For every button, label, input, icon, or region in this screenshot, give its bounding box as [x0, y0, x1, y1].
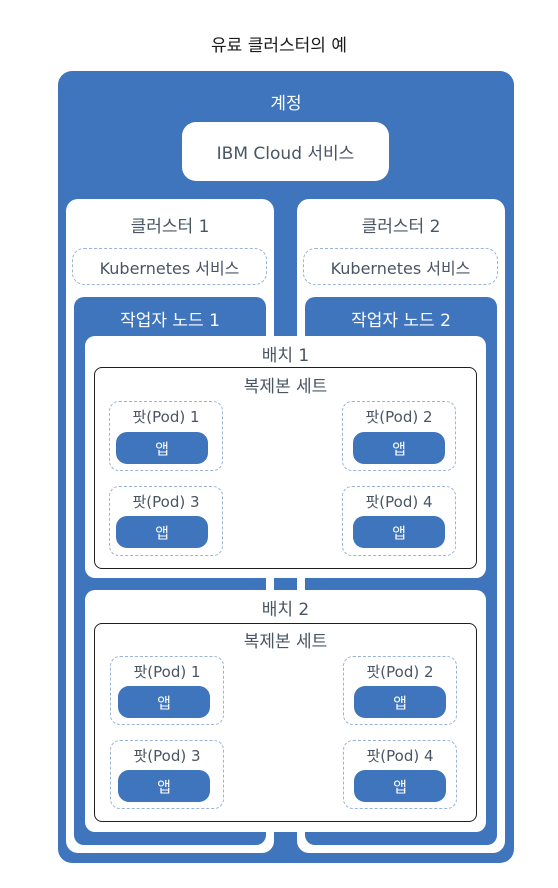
kubernetes-service-label-1: Kubernetes 서비스	[99, 258, 240, 278]
pod-label: 팟(Pod) 2	[366, 662, 434, 681]
pod-label: 팟(Pod) 3	[133, 746, 201, 765]
app-label: 앱	[393, 777, 407, 796]
app-label: 앱	[155, 523, 169, 542]
app-box: 앱	[116, 432, 208, 464]
app-box: 앱	[354, 686, 446, 718]
app-box: 앱	[116, 516, 208, 548]
app-label: 앱	[155, 439, 169, 458]
pod-label: 팟(Pod) 2	[365, 407, 433, 426]
diagram-title: 유료 클러스터의 예	[211, 35, 347, 56]
kubernetes-service-box-2: Kubernetes 서비스	[303, 248, 498, 285]
app-box: 앱	[353, 432, 445, 464]
pod-label: 팟(Pod) 4	[365, 492, 433, 511]
app-box: 앱	[354, 770, 446, 802]
deployment-label-2: 배치 2	[261, 599, 310, 620]
ibm-cloud-service-label: IBM Cloud 서비스	[216, 144, 355, 164]
pod-label: 팟(Pod) 1	[133, 662, 201, 681]
account-label: 계정	[270, 93, 302, 114]
replicaset-label-1: 복제본 세트	[243, 376, 328, 397]
app-label: 앱	[393, 693, 407, 712]
app-label: 앱	[157, 693, 171, 712]
replicaset-label-2: 복제본 세트	[243, 631, 328, 652]
app-box: 앱	[353, 516, 445, 548]
app-label: 앱	[392, 523, 406, 542]
kubernetes-service-label-2: Kubernetes 서비스	[330, 258, 471, 278]
app-box: 앱	[118, 686, 210, 718]
deployment-label-1: 배치 1	[261, 345, 310, 366]
worker-node-label-1: 작업자 노드 1	[120, 310, 220, 331]
pod-label: 팟(Pod) 4	[366, 746, 434, 765]
kubernetes-service-box-1: Kubernetes 서비스	[72, 248, 267, 285]
ibm-cloud-service-box: IBM Cloud 서비스	[182, 122, 389, 181]
cluster-label-2: 클러스터 2	[361, 216, 441, 237]
worker-node-label-2: 작업자 노드 2	[351, 310, 451, 331]
cluster-label-1: 클러스터 1	[130, 216, 210, 237]
pod-label: 팟(Pod) 3	[132, 492, 200, 511]
app-label: 앱	[392, 439, 406, 458]
app-label: 앱	[157, 777, 171, 796]
app-box: 앱	[118, 770, 210, 802]
pod-label: 팟(Pod) 1	[132, 407, 200, 426]
